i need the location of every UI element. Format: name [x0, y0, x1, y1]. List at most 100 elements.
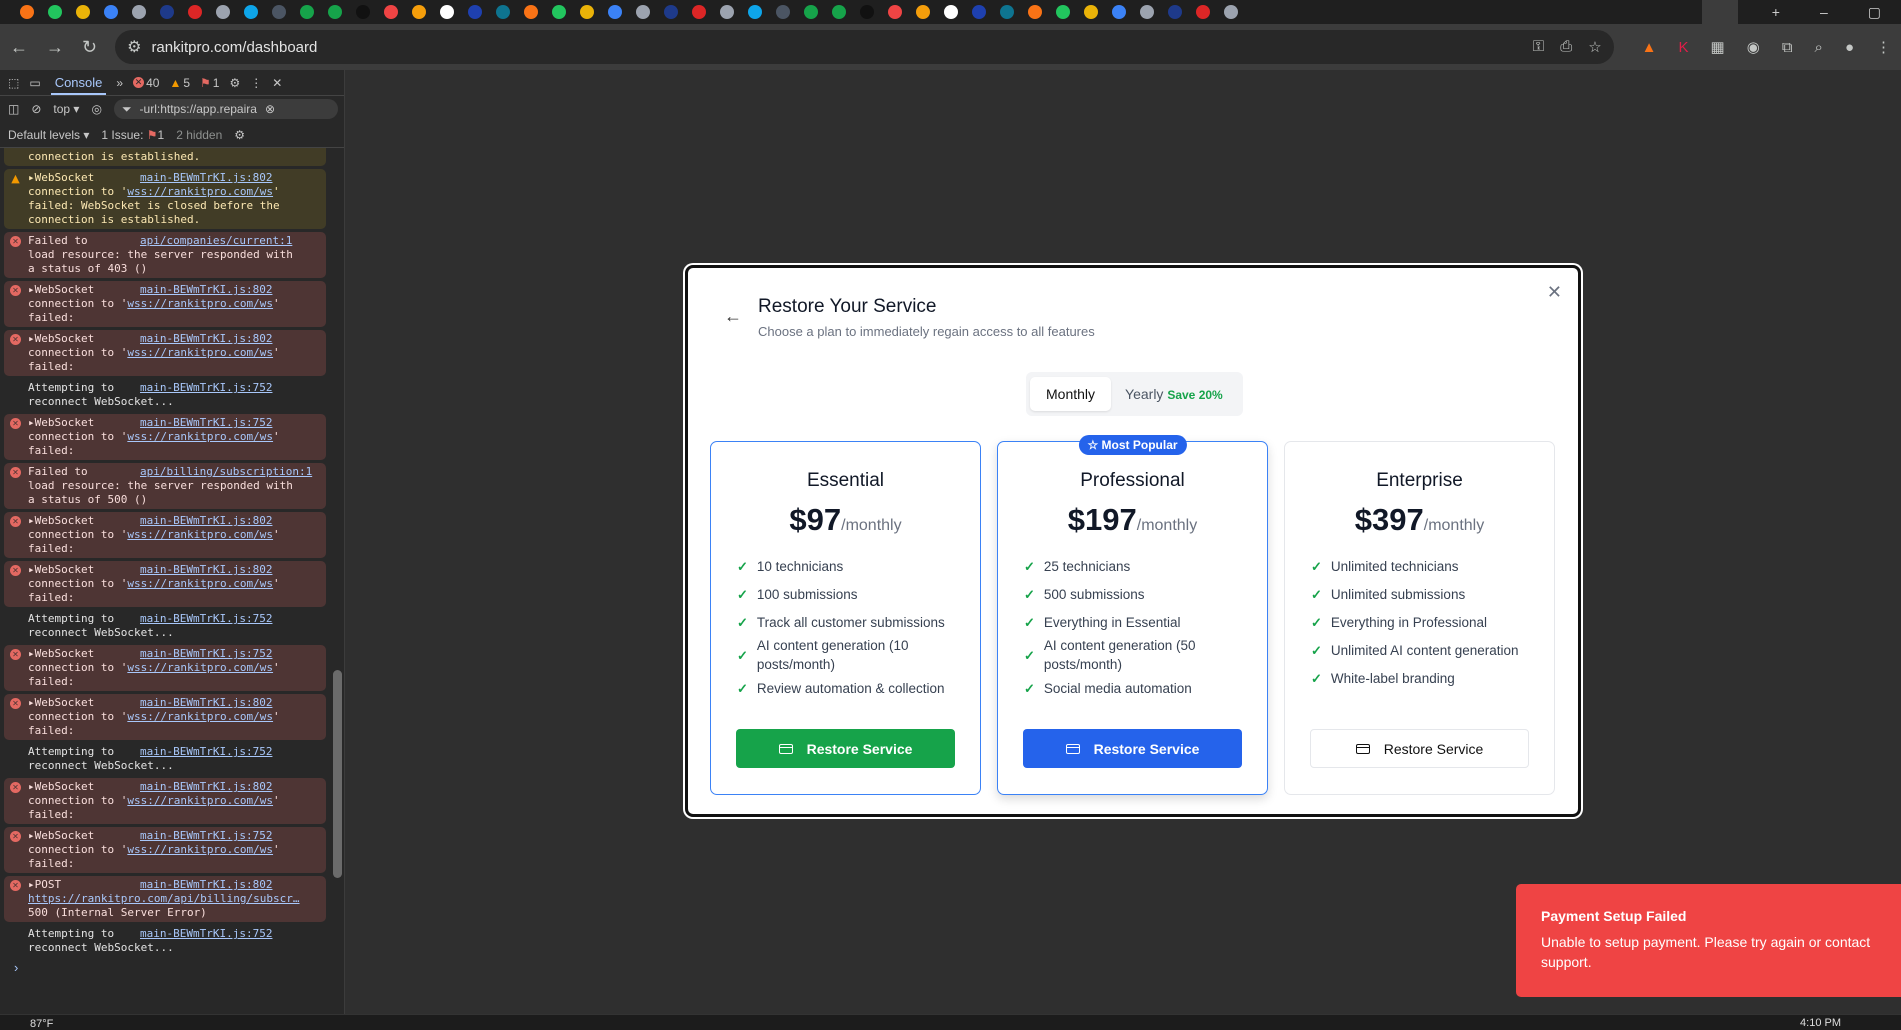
expand-triangle-icon[interactable]: ▸ [28, 878, 35, 891]
source-link[interactable]: main-BEWmTrKI.js:752 [140, 381, 272, 395]
plan-card-enterprise[interactable]: Enterprise $397/monthly ✓ Unlimited technic… [1284, 441, 1555, 795]
install-icon[interactable]: ⎙ [1560, 38, 1572, 56]
expand-triangle-icon[interactable]: ▸ [28, 647, 35, 660]
forward-icon[interactable]: → [46, 37, 64, 58]
tab-favicon[interactable] [20, 5, 34, 19]
kebab-menu-icon[interactable]: ⋮ [250, 76, 262, 90]
error-toast[interactable]: Payment Setup Failed Unable to setup pay… [1516, 884, 1901, 997]
tab-favicon[interactable] [384, 5, 398, 19]
clock[interactable]: 4:10 PM [1800, 1017, 1841, 1029]
plan-card-professional[interactable]: ☆ Most Popular Professional $197/monthly ✓ 2… [997, 435, 1268, 795]
source-link[interactable]: main-BEWmTrKI.js:802 [140, 332, 272, 346]
tab-favicon[interactable] [440, 5, 454, 19]
tab-favicon[interactable] [216, 5, 230, 19]
console-scrollbar[interactable] [333, 150, 342, 1014]
menu-icon[interactable]: ⋮ [1876, 38, 1891, 56]
url-link[interactable]: wss://rankitpro.com/ws [127, 346, 273, 359]
close-icon[interactable]: ✕ [1547, 282, 1562, 303]
issues-count[interactable]: ⚑ 1 [200, 76, 219, 90]
url-text[interactable]: rankitpro.com/dashboard [151, 39, 317, 56]
tab-favicon[interactable] [524, 5, 538, 19]
source-link[interactable]: main-BEWmTrKI.js:802 [140, 696, 272, 710]
reload-icon[interactable]: ↻ [82, 37, 97, 58]
url-link[interactable]: wss://rankitpro.com/ws [127, 794, 273, 807]
tab-favicon[interactable] [104, 5, 118, 19]
expand-triangle-icon[interactable]: ▸ [28, 696, 35, 709]
minimize-icon[interactable]: – [1820, 4, 1828, 21]
device-toolbar-icon[interactable]: ▭ [29, 76, 40, 90]
context-select[interactable]: top ▾ [53, 102, 79, 116]
profile-avatar[interactable]: ● [1845, 39, 1854, 56]
tab-favicon[interactable] [48, 5, 62, 19]
source-link[interactable]: main-BEWmTrKI.js:802 [140, 878, 272, 892]
settings-icon[interactable]: ⚙ [229, 76, 240, 90]
back-icon[interactable]: ← [10, 37, 28, 58]
url-link[interactable]: wss://rankitpro.com/ws [127, 661, 273, 674]
tab-favicon[interactable] [1000, 5, 1014, 19]
expand-triangle-icon[interactable]: ▸ [28, 283, 35, 296]
tab-favicon[interactable] [1084, 5, 1098, 19]
console-log[interactable]: connection is established. ▲ ▸WebSocket mai… [0, 148, 330, 1014]
tab-favicon[interactable] [356, 5, 370, 19]
tab-favicon[interactable] [1056, 5, 1070, 19]
warning-count[interactable]: ▲ 5 [169, 76, 190, 90]
tab-favicon[interactable] [692, 5, 706, 19]
expand-triangle-icon[interactable]: ▸ [28, 416, 35, 429]
source-link[interactable]: main-BEWmTrKI.js:752 [140, 647, 272, 661]
tab-favicon[interactable] [552, 5, 566, 19]
password-key-icon[interactable]: ⚿ [1533, 38, 1544, 56]
tab-favicon[interactable] [496, 5, 510, 19]
filter-value[interactable]: -url:https://app.repaira [140, 102, 257, 116]
tab-favicon[interactable] [1196, 5, 1210, 19]
tab-favicon[interactable] [804, 5, 818, 19]
expand-triangle-icon[interactable]: ▸ [28, 514, 35, 527]
tab-favicon[interactable] [244, 5, 258, 19]
source-link[interactable]: main-BEWmTrKI.js:752 [140, 416, 272, 430]
tab-favicon[interactable] [132, 5, 146, 19]
clear-filter-icon[interactable]: ⊗ [265, 102, 275, 116]
error-count[interactable]: ✕ 40 [133, 76, 159, 90]
url-link[interactable]: wss://rankitpro.com/ws [127, 185, 273, 198]
url-link[interactable]: wss://rankitpro.com/ws [127, 843, 273, 856]
expand-triangle-icon[interactable]: ▸ [28, 563, 35, 576]
source-link[interactable]: main-BEWmTrKI.js:802 [140, 563, 272, 577]
new-tab-icon[interactable]: + [1772, 4, 1780, 21]
expand-triangle-icon[interactable]: ▸ [28, 829, 35, 842]
tab-favicon[interactable] [1140, 5, 1154, 19]
tab-favicon[interactable] [76, 5, 90, 19]
plan-card-essential[interactable]: Essential $97/monthly ✓ 10 technicians ✓ 100 … [710, 441, 981, 795]
live-expression-eye-icon[interactable]: ◎ [91, 102, 101, 116]
expand-triangle-icon[interactable]: ▸ [28, 332, 35, 345]
source-link[interactable]: main-BEWmTrKI.js:752 [140, 927, 272, 941]
tab-favicon[interactable] [328, 5, 342, 19]
address-bar[interactable]: ⚙ rankitpro.com/dashboard ⚿ ⎙ ☆ [115, 30, 1614, 64]
more-tabs-icon[interactable]: » [116, 76, 123, 90]
source-link[interactable]: main-BEWmTrKI.js:752 [140, 745, 272, 759]
tab-favicon[interactable] [1168, 5, 1182, 19]
tab-favicon[interactable] [300, 5, 314, 19]
url-link[interactable]: wss://rankitpro.com/ws [127, 577, 273, 590]
url-link[interactable]: wss://rankitpro.com/ws [127, 430, 273, 443]
extension-icon[interactable]: K [1679, 39, 1689, 56]
tab-favicon[interactable] [1224, 5, 1238, 19]
source-link[interactable]: main-BEWmTrKI.js:802 [140, 514, 272, 528]
tab-favicon[interactable] [272, 5, 286, 19]
tab-search-icon[interactable]: ⌕ [1815, 39, 1823, 56]
tab-favicon[interactable] [832, 5, 846, 19]
clear-console-icon[interactable]: ⊘ [31, 102, 41, 116]
console-settings-icon[interactable]: ⚙ [234, 128, 245, 142]
restore-service-button[interactable]: Restore Service [1023, 729, 1242, 768]
active-tab[interactable] [1701, 0, 1738, 24]
source-link[interactable]: api/companies/current:1 [140, 234, 292, 248]
source-link[interactable]: main-BEWmTrKI.js:752 [140, 612, 272, 626]
console-prompt[interactable]: › [4, 960, 326, 975]
sidebar-toggle-icon[interactable]: ◫ [8, 102, 19, 116]
expand-triangle-icon[interactable]: ▸ [28, 171, 35, 184]
tab-console[interactable]: Console [50, 70, 107, 95]
tab-favicon[interactable] [580, 5, 594, 19]
tab-favicon[interactable] [748, 5, 762, 19]
tab-favicon[interactable] [1028, 5, 1042, 19]
url-link[interactable]: wss://rankitpro.com/ws [127, 297, 273, 310]
tab-favicon[interactable] [860, 5, 874, 19]
camera-icon[interactable]: ◉ [1747, 38, 1760, 56]
